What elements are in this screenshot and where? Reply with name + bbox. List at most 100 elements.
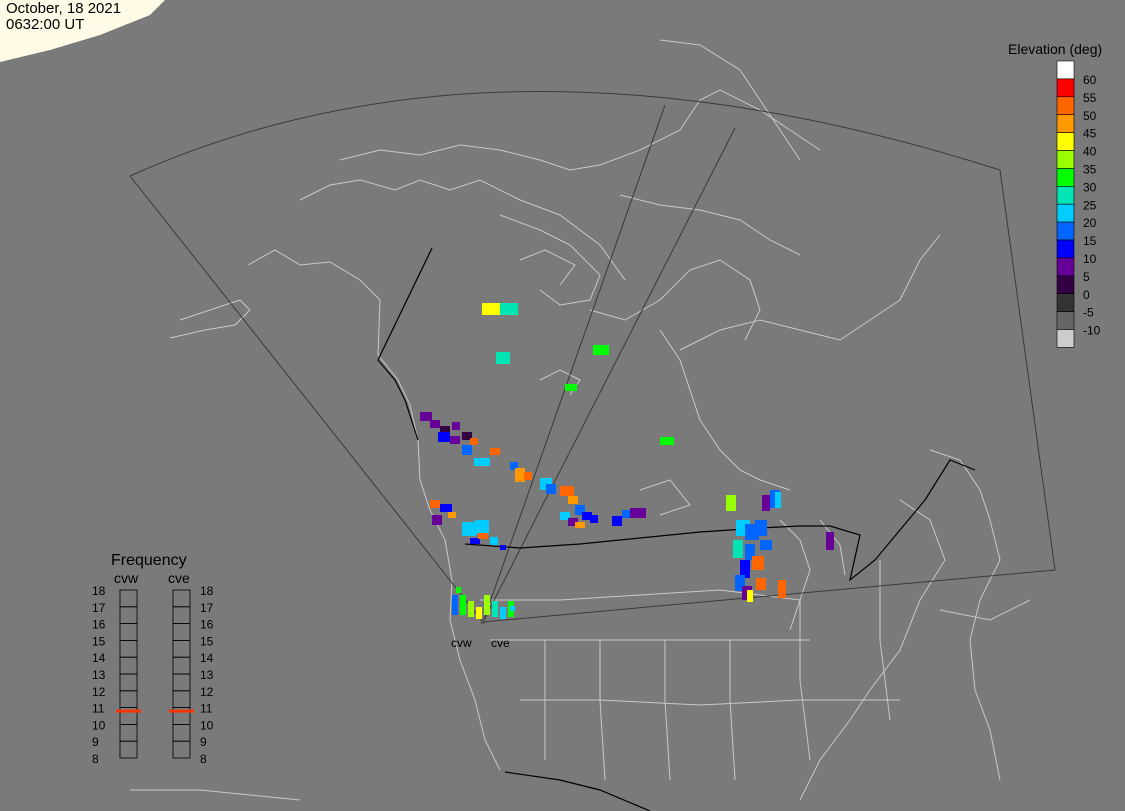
echo-cell bbox=[440, 426, 450, 433]
echo-cell bbox=[500, 607, 506, 619]
echo-cell bbox=[440, 504, 452, 512]
frequency-tick-label: 11 bbox=[92, 702, 105, 716]
colorbar-label: 5 bbox=[1083, 270, 1090, 284]
frequency-cell bbox=[172, 640, 191, 658]
frequency-tick-label: 15 bbox=[200, 634, 214, 648]
frequency-panel: 18 17 16 15 14 13 12 11 10 9 8 18 17 16 15 14 13 12 11 10 9 8 bbox=[92, 584, 214, 766]
echo-cell bbox=[760, 540, 772, 550]
echo-cell bbox=[775, 492, 781, 508]
colorbar-title: Elevation (deg) bbox=[1008, 41, 1102, 57]
echo-cell bbox=[630, 508, 646, 518]
echo-cell bbox=[575, 522, 585, 528]
echo-cell bbox=[524, 472, 532, 480]
echo-cell bbox=[475, 520, 489, 534]
colorbar-swatch bbox=[1056, 311, 1075, 330]
colorbar-swatch bbox=[1056, 150, 1075, 169]
echo-cell bbox=[482, 303, 492, 315]
site-label-cve: cve bbox=[491, 636, 510, 650]
coastlines bbox=[130, 39, 1031, 801]
echo-cell bbox=[560, 486, 574, 496]
echo-cell bbox=[726, 495, 736, 511]
colorbar-swatch bbox=[1056, 221, 1075, 241]
echo-cell bbox=[456, 587, 461, 593]
echo-cell bbox=[430, 500, 440, 508]
echo-cell bbox=[452, 422, 460, 430]
echo-cell bbox=[747, 590, 753, 602]
colorbar-label: 20 bbox=[1083, 216, 1097, 230]
echo-cell bbox=[565, 384, 577, 391]
echo-cell bbox=[452, 595, 458, 615]
frequency-tick-label: 9 bbox=[200, 735, 207, 749]
echo-cell bbox=[484, 595, 490, 615]
frequency-cell bbox=[172, 589, 191, 608]
echo-cell bbox=[450, 436, 460, 444]
colorbar: 605550454035302520151050-5-10 bbox=[1056, 60, 1101, 348]
frequency-title: Frequency bbox=[111, 552, 187, 569]
echo-cell bbox=[568, 496, 578, 504]
colorbar-swatch bbox=[1056, 168, 1075, 187]
echo-cell bbox=[438, 432, 450, 442]
frequency-cell bbox=[119, 623, 138, 641]
colorbar-swatch bbox=[1056, 114, 1075, 133]
header-date: October, 18 2021 bbox=[6, 0, 122, 17]
frequency-cell bbox=[172, 673, 191, 692]
frequency-cell bbox=[119, 606, 138, 624]
echo-cell bbox=[755, 520, 767, 536]
echo-cell bbox=[474, 458, 490, 466]
frequency-tick-label: 9 bbox=[92, 735, 99, 749]
frequency-radar-label-cve: cve bbox=[168, 570, 190, 586]
echo-cell bbox=[420, 412, 432, 421]
frequency-tick-label: 10 bbox=[200, 718, 214, 732]
colorbar-swatch bbox=[1056, 203, 1075, 223]
frequency-cell bbox=[119, 673, 138, 692]
frequency-cell bbox=[172, 740, 191, 759]
colorbar-swatch bbox=[1056, 132, 1075, 151]
frequency-tick-label: 17 bbox=[200, 601, 214, 615]
frequency-cell bbox=[172, 623, 191, 641]
colorbar-swatch bbox=[1056, 78, 1075, 98]
colorbar-label: 0 bbox=[1083, 288, 1090, 302]
echo-cell bbox=[462, 445, 472, 455]
echo-cell bbox=[430, 420, 440, 428]
colorbar-label: 50 bbox=[1083, 109, 1097, 123]
echo-cell bbox=[490, 448, 500, 455]
frequency-radar-label-cvw: cvw bbox=[114, 570, 139, 586]
colorbar-label: 45 bbox=[1083, 127, 1097, 141]
frequency-tick-label: 16 bbox=[200, 618, 214, 632]
echo-cell bbox=[510, 606, 515, 611]
colorbar-label: 60 bbox=[1083, 73, 1097, 87]
frequency-cell bbox=[119, 740, 138, 759]
frequency-marker-cvw bbox=[116, 709, 141, 713]
colorbar-label: 40 bbox=[1083, 145, 1097, 159]
frequency-tick-label: 18 bbox=[92, 584, 106, 598]
radar-map: cvw cve Elevation (deg) 6055504540353025… bbox=[0, 0, 1102, 811]
colorbar-label: 10 bbox=[1083, 252, 1097, 266]
colorbar-label: 15 bbox=[1083, 234, 1097, 248]
echo-cell bbox=[432, 515, 442, 525]
echo-cell bbox=[756, 578, 766, 590]
echo-cell bbox=[470, 438, 478, 445]
echo-cell bbox=[660, 437, 674, 445]
frequency-tick-label: 14 bbox=[92, 651, 106, 665]
frequency-cell bbox=[172, 606, 191, 624]
colorbar-label: 55 bbox=[1083, 91, 1097, 105]
colorbar-swatch bbox=[1056, 275, 1075, 294]
radar-site-marker bbox=[480, 619, 486, 625]
colorbar-swatch bbox=[1056, 239, 1075, 259]
echo-cell bbox=[492, 601, 498, 617]
frequency-cell bbox=[119, 589, 138, 608]
echo-cell bbox=[476, 607, 482, 619]
frequency-tick-label: 12 bbox=[92, 685, 106, 699]
echo-cell bbox=[468, 601, 474, 617]
frequency-tick-label: 15 bbox=[92, 634, 106, 648]
colorbar-label: -10 bbox=[1083, 324, 1101, 338]
echo-cell bbox=[500, 303, 518, 315]
frequency-tick-label: 18 bbox=[200, 584, 214, 598]
colorbar-swatch bbox=[1056, 186, 1075, 205]
frequency-tick-label: 13 bbox=[92, 668, 106, 682]
colorbar-label: 35 bbox=[1083, 163, 1097, 177]
echo-cell bbox=[500, 545, 506, 550]
frequency-tick-label: 8 bbox=[200, 752, 207, 766]
frequency-cell bbox=[172, 690, 191, 708]
frequency-tick-label: 17 bbox=[92, 601, 106, 615]
